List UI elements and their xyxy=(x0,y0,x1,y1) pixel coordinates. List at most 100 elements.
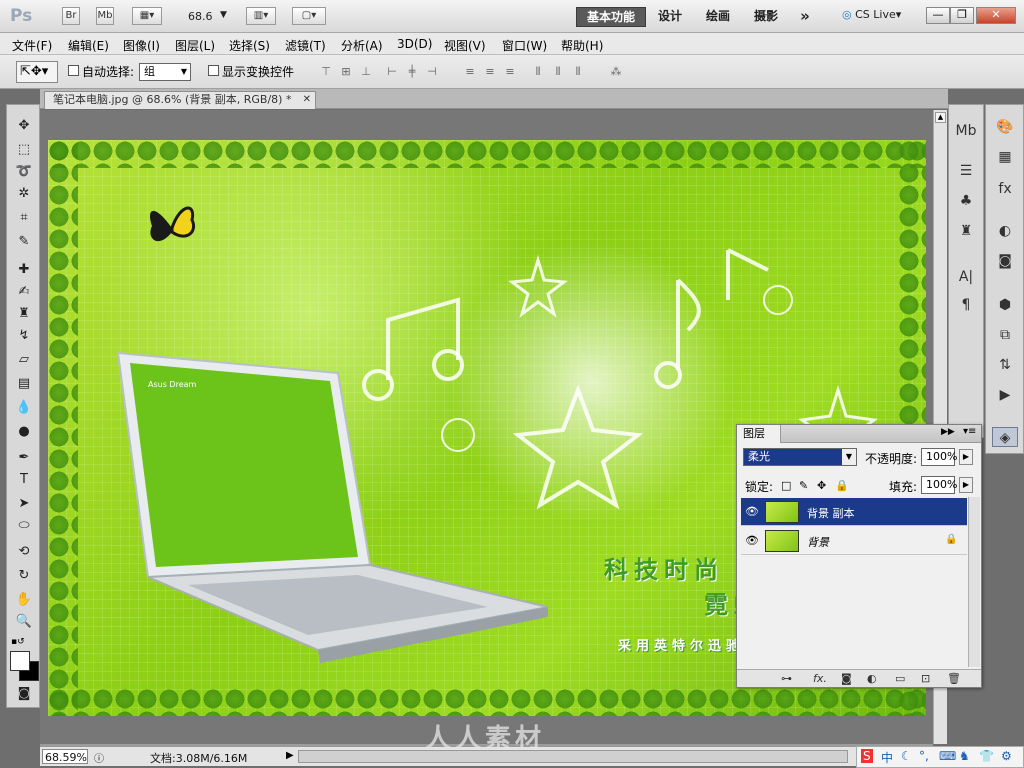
zoom-dropdown-icon[interactable]: ▼ xyxy=(220,10,227,20)
menu-edit[interactable]: 编辑(E) xyxy=(68,37,109,54)
blend-mode-dropdown[interactable]: 柔光 ▼ xyxy=(743,448,857,466)
align-top-icon[interactable]: ⊤ xyxy=(318,66,334,78)
3d-rotate-tool-icon[interactable]: ⟲ xyxy=(15,543,33,561)
default-colors-icon[interactable]: ▪↺ xyxy=(11,637,25,647)
show-transform-checkbox[interactable] xyxy=(208,65,219,76)
move-tool-icon[interactable]: ✥ xyxy=(15,117,33,135)
view-extras-button[interactable]: ▦▾ xyxy=(132,7,162,25)
move-tool-preset-picker[interactable]: ⇱✥▾ xyxy=(16,61,58,83)
align-bottom-icon[interactable]: ⊥ xyxy=(358,66,374,78)
status-zoom-field[interactable]: 68.59% xyxy=(42,749,88,764)
visibility-eye-icon[interactable]: 👁 xyxy=(745,505,759,518)
healing-brush-tool-icon[interactable]: ✚ xyxy=(15,261,33,279)
scroll-up-icon[interactable]: ▲ xyxy=(935,112,946,123)
menu-analysis[interactable]: 分析(A) xyxy=(341,37,383,54)
delete-layer-icon[interactable]: 🗑 xyxy=(947,672,961,685)
document-tab[interactable]: 笔记本电脑.jpg @ 68.6% (背景 副本, RGB/8) * ✕ xyxy=(44,91,316,109)
history-brush-tool-icon[interactable]: ↯ xyxy=(15,327,33,345)
layer-row-background[interactable]: 👁 背景 🔒 xyxy=(741,527,967,555)
status-menu-arrow-icon[interactable]: ▶ xyxy=(286,750,294,761)
lock-image-icon[interactable]: ✎ xyxy=(799,479,808,492)
animation-panel-icon[interactable]: ⇅ xyxy=(994,355,1016,375)
close-document-icon[interactable]: ✕ xyxy=(303,92,311,108)
layers-scrollbar[interactable] xyxy=(968,497,980,667)
ellipse-tool-icon[interactable]: ⬭ xyxy=(15,517,33,535)
sogou-logo-icon[interactable]: S xyxy=(861,749,873,763)
styles-panel-icon[interactable]: fx xyxy=(994,179,1016,199)
auto-select-dropdown[interactable]: 组 ▼ xyxy=(139,63,191,81)
menu-3d[interactable]: 3D(D) xyxy=(397,37,432,51)
menu-layer[interactable]: 图层(L) xyxy=(175,37,215,54)
visibility-eye-icon[interactable]: 👁 xyxy=(745,534,759,547)
ime-shirt-icon[interactable]: 👕 xyxy=(979,749,994,763)
hand-tool-icon[interactable]: ✋ xyxy=(15,591,33,609)
mini-bridge-panel-icon[interactable]: Mb xyxy=(955,121,977,141)
arrange-documents-button[interactable]: ▥▾ xyxy=(246,7,276,25)
layers-panel-icon[interactable]: ◈ xyxy=(992,427,1018,447)
zoom-tool-icon[interactable]: 🔍 xyxy=(15,613,33,631)
add-mask-icon[interactable]: ◙ xyxy=(841,672,852,685)
color-panel-icon[interactable]: 🎨 xyxy=(994,117,1016,137)
actions-panel-icon[interactable]: ▶ xyxy=(994,385,1016,405)
menu-help[interactable]: 帮助(H) xyxy=(561,37,603,54)
quick-mask-icon[interactable]: ◙ xyxy=(15,685,33,703)
distribute-hcenter-icon[interactable]: ⫴ xyxy=(550,66,566,78)
menu-view[interactable]: 视图(V) xyxy=(444,37,486,54)
ime-settings-icon[interactable]: ⚙ xyxy=(1001,749,1012,763)
workspace-painting[interactable]: 绘画 xyxy=(700,7,736,27)
masks-panel-icon[interactable]: ◙ xyxy=(994,251,1016,271)
distribute-left-icon[interactable]: ⫴ xyxy=(530,66,546,78)
opacity-field[interactable]: 100% xyxy=(921,448,957,466)
transform-panel-icon[interactable]: ⧉ xyxy=(994,325,1016,345)
ime-keyboard-icon[interactable]: ⌨ xyxy=(939,749,956,763)
screen-mode-button[interactable]: ▢▾ xyxy=(292,7,326,25)
stamp-panel-icon[interactable]: ♜ xyxy=(955,221,977,241)
opacity-slider-arrow-icon[interactable]: ▶ xyxy=(959,449,973,465)
3d-orbit-tool-icon[interactable]: ↻ xyxy=(15,567,33,585)
new-group-icon[interactable]: ▭ xyxy=(895,672,905,685)
distribute-right-icon[interactable]: ⫴ xyxy=(570,66,586,78)
new-adjustment-layer-icon[interactable]: ◐ xyxy=(867,672,877,685)
quick-select-tool-icon[interactable]: ✲ xyxy=(15,185,33,203)
workspace-design[interactable]: 设计 xyxy=(652,7,688,27)
link-layers-icon[interactable]: ⊶ xyxy=(781,672,792,685)
brush-presets-panel-icon[interactable]: ☰ xyxy=(955,161,977,181)
workspace-essentials[interactable]: 基本功能 xyxy=(576,7,646,27)
bridge-button[interactable]: Br xyxy=(62,7,80,25)
new-layer-icon[interactable]: ⊡ xyxy=(921,672,930,685)
mini-bridge-button[interactable]: Mb xyxy=(96,7,114,25)
character-panel-icon[interactable]: A| xyxy=(955,267,977,287)
distribute-bottom-icon[interactable]: ≡ xyxy=(502,66,518,78)
ime-halfwidth-icon[interactable]: ☾ xyxy=(901,749,912,763)
menu-window[interactable]: 窗口(W) xyxy=(502,37,547,54)
align-vcenter-icon[interactable]: ⊞ xyxy=(338,66,354,78)
more-workspaces-icon[interactable]: » xyxy=(792,7,818,27)
menu-file[interactable]: 文件(F) xyxy=(12,37,52,54)
adjustments-panel-icon[interactable]: ◐ xyxy=(994,221,1016,241)
align-hcenter-icon[interactable]: ╪ xyxy=(404,66,420,78)
menu-image[interactable]: 图像(I) xyxy=(123,37,160,54)
menu-filter[interactable]: 滤镜(T) xyxy=(285,37,326,54)
swatches-panel-icon[interactable]: ▦ xyxy=(994,147,1016,167)
ime-punctuation-icon[interactable]: °, xyxy=(919,749,929,763)
eyedropper-tool-icon[interactable]: ✎ xyxy=(15,233,33,251)
align-right-icon[interactable]: ⊣ xyxy=(424,66,440,78)
minimize-button[interactable]: — xyxy=(926,7,950,24)
pen-tool-icon[interactable]: ✒ xyxy=(15,449,33,467)
status-info-icon[interactable]: ⓘ xyxy=(94,750,104,765)
zoom-level[interactable]: 68.6 xyxy=(188,10,213,23)
blur-tool-icon[interactable]: 💧 xyxy=(15,399,33,417)
status-scroll-track[interactable] xyxy=(298,750,848,763)
marquee-tool-icon[interactable]: ⬚ xyxy=(15,141,33,159)
menu-select[interactable]: 选择(S) xyxy=(229,37,270,54)
lasso-tool-icon[interactable]: ➰ xyxy=(15,163,33,181)
3d-panel-icon[interactable]: ⬢ xyxy=(994,295,1016,315)
auto-select-checkbox[interactable] xyxy=(68,65,79,76)
layer-row-background-copy[interactable]: 👁 背景 副本 xyxy=(741,498,967,526)
distribute-top-icon[interactable]: ≡ xyxy=(462,66,478,78)
eraser-tool-icon[interactable]: ▱ xyxy=(15,351,33,369)
fill-slider-arrow-icon[interactable]: ▶ xyxy=(959,477,973,493)
clone-stamp-tool-icon[interactable]: ♜ xyxy=(15,305,33,323)
panel-menu-icon[interactable]: ▾≡ xyxy=(963,426,976,437)
ime-skin-icon[interactable]: ♞ xyxy=(959,749,970,763)
